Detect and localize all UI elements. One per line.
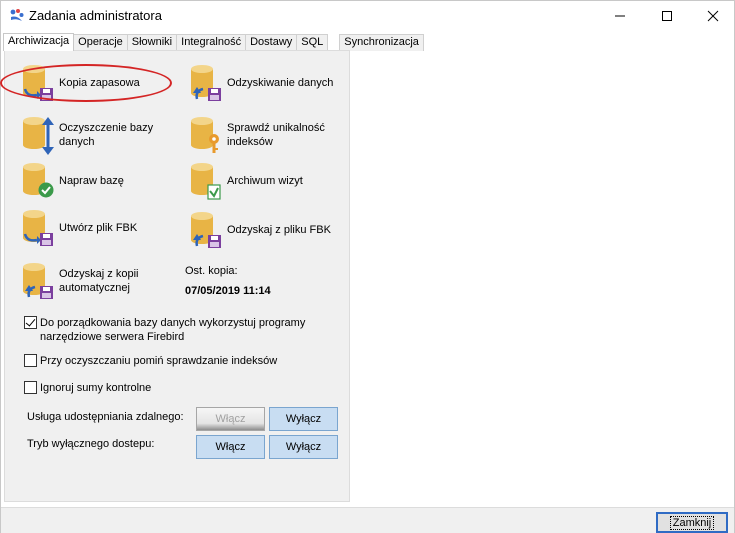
tab-operacje[interactable]: Operacje (73, 34, 128, 51)
repair-action[interactable]: Napraw bazę (21, 161, 179, 201)
backup-label: Kopia zapasowa (59, 77, 140, 89)
firebird-checkbox[interactable] (24, 316, 37, 329)
tab-slowniki[interactable]: Słowniki (126, 34, 178, 51)
tab-dostawy[interactable]: Dostawy (245, 34, 298, 51)
tab-integralnosc[interactable]: Integralność (176, 34, 247, 51)
database-restore-icon (189, 63, 223, 103)
minimize-button[interactable] (597, 1, 643, 31)
visit-archive-action[interactable]: Archiwum wizyt (189, 161, 347, 201)
database-repair-icon (21, 161, 55, 201)
cleanup-label: Oczyszczenie bazy danych (59, 122, 154, 148)
remote-sharing-on-button[interactable]: Włącz (196, 407, 265, 431)
close-icon (707, 10, 719, 22)
tab-sql[interactable]: SQL (296, 34, 329, 51)
restore-auto-action[interactable]: Odzyskaj z kopii automatycznej (21, 261, 179, 301)
restore-fbk-label: Odzyskaj z pliku FBK (227, 224, 331, 236)
database-archive-icon (189, 161, 223, 201)
ignore-checksums-option[interactable]: Ignoruj sumy kontrolne (24, 381, 151, 395)
create-fbk-label: Utwórz plik FBK (59, 222, 138, 234)
firebird-option[interactable]: Do porządkowania bazy danych wykorzystuj… (24, 316, 344, 344)
app-logo-icon (10, 9, 24, 21)
restore-auto-label: Odzyskaj z kopii automatycznej (59, 268, 139, 294)
exclusive-access-off-button[interactable]: Wyłącz (269, 435, 338, 459)
skip-index-option[interactable]: Przy oczyszczaniu pomiń sprawdzanie inde… (24, 354, 277, 368)
visit-archive-label: Archiwum wizyt (227, 175, 303, 187)
skip-index-option-label: Przy oczyszczaniu pomiń sprawdzanie inde… (40, 355, 278, 367)
title-bar: Zadania administratora (1, 1, 734, 31)
window-title: Zadania administratora (29, 8, 162, 23)
cleanup-action[interactable]: Oczyszczenie bazy danych (21, 115, 179, 155)
zamknij-label: Zamknij (669, 515, 715, 530)
check-index-label: Sprawdź unikalność indeksów (227, 122, 325, 148)
database-restore-auto-icon (21, 261, 55, 301)
backup-action[interactable]: Kopia zapasowa (21, 63, 179, 103)
footer-bar (1, 507, 734, 533)
close-window-button[interactable] (690, 1, 735, 31)
tab-strip: Archiwizacja Operacje Słowniki Integraln… (3, 33, 424, 51)
database-cleanup-icon (21, 115, 55, 155)
firebird-option-label: Do porządkowania bazy danych wykorzystuj… (40, 317, 306, 343)
check-index-action[interactable]: Sprawdź unikalność indeksów (189, 115, 347, 155)
last-backup-value: 07/05/2019 11:14 (185, 285, 271, 297)
tab-archiwizacja[interactable]: Archiwizacja (3, 33, 75, 51)
zamknij-button[interactable]: Zamknij (656, 512, 728, 533)
ignore-checksums-option-label: Ignoruj sumy kontrolne (40, 382, 152, 394)
exclusive-access-label: Tryb wyłącznego dostepu: (27, 438, 155, 450)
database-backup-icon (21, 63, 55, 103)
minimize-icon (615, 15, 625, 17)
remote-sharing-label: Usługa udostępniania zdalnego: (27, 411, 184, 423)
ignore-checksums-checkbox[interactable] (24, 381, 37, 394)
database-create-fbk-icon (21, 208, 55, 248)
restore-data-action[interactable]: Odzyskiwanie danych (189, 63, 377, 103)
database-key-icon (189, 115, 223, 155)
repair-label: Napraw bazę (59, 175, 124, 187)
maximize-icon (662, 11, 672, 21)
restore-data-label: Odzyskiwanie danych (227, 77, 334, 89)
maximize-button[interactable] (644, 1, 690, 31)
skip-index-checkbox[interactable] (24, 354, 37, 367)
create-fbk-action[interactable]: Utwórz plik FBK (21, 208, 179, 248)
admin-tasks-window: Zadania administratora Archiwizacja Oper… (0, 0, 735, 533)
exclusive-access-on-button[interactable]: Włącz (196, 435, 265, 459)
last-backup-label: Ost. kopia: (185, 265, 238, 277)
remote-sharing-off-button[interactable]: Wyłącz (269, 407, 338, 431)
database-restore-fbk-icon (189, 210, 223, 250)
restore-fbk-action[interactable]: Odzyskaj z pliku FBK (189, 210, 377, 250)
tab-synchronizacja[interactable]: Synchronizacja (339, 34, 424, 51)
